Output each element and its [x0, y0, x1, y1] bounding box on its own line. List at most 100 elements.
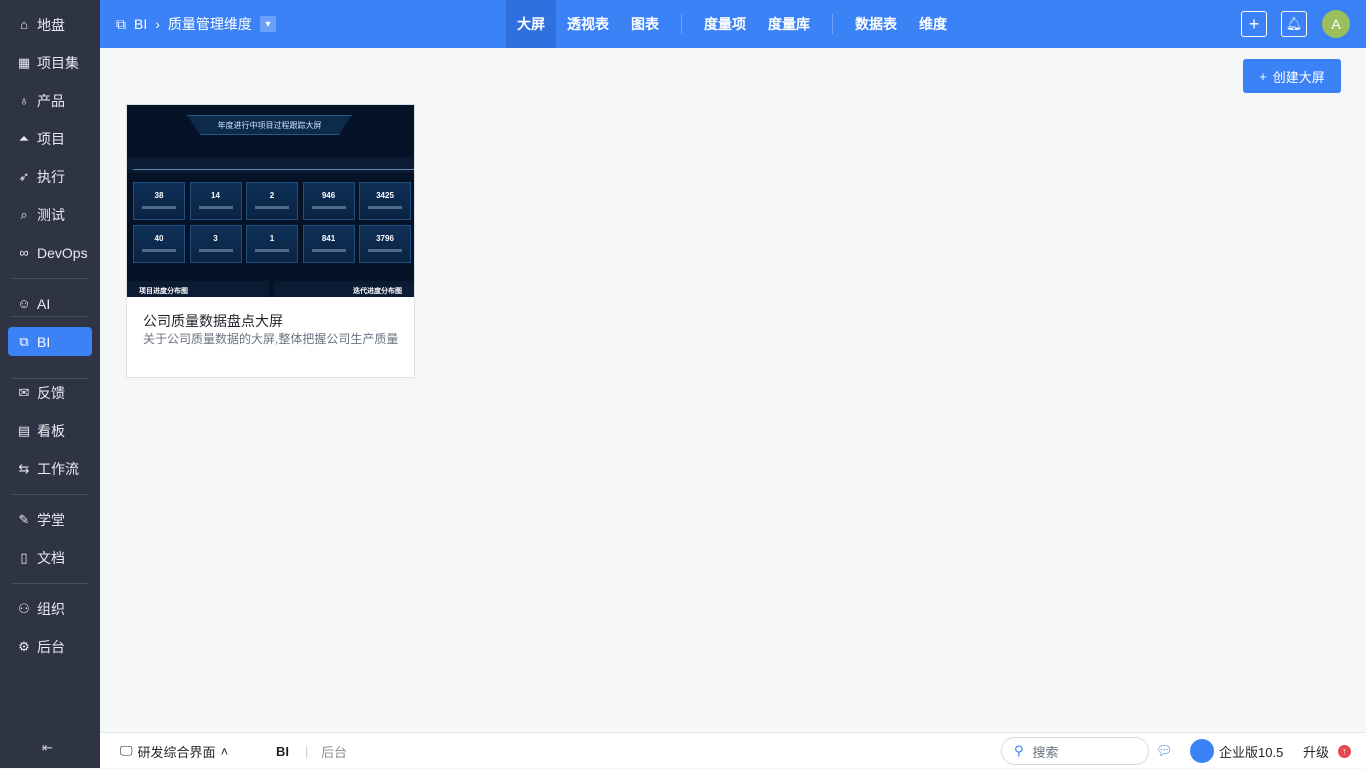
school-icon: ✎	[18, 511, 30, 527]
sidebar-divider	[12, 378, 88, 379]
thumbnail-stat: 40	[133, 225, 185, 263]
tab-divider	[832, 14, 833, 34]
monitor-icon: 🖵︎	[120, 743, 133, 758]
stat-value: 1	[269, 234, 275, 243]
ai-chat-icon[interactable]: 💬︎	[1156, 733, 1173, 769]
chart-icon: ⧉	[19, 333, 29, 349]
create-screen-label: 创建大屏	[1272, 69, 1325, 85]
sidebar-item-label: AI	[37, 295, 51, 312]
sidebar-item-home[interactable]: ⌂ 地盘	[8, 10, 92, 39]
tab-5[interactable]: 数据表	[844, 0, 908, 48]
thumbnail-stat: 14	[189, 182, 242, 220]
add-button[interactable]: +	[1241, 11, 1267, 37]
sidebar-item-kanban[interactable]: ▤ 看板	[8, 416, 92, 445]
tab-0[interactable]: 大屏	[506, 0, 556, 48]
divider: |	[305, 743, 309, 759]
bell-icon: 🔔︎	[1285, 16, 1303, 31]
sidebar-item-label: 看板	[37, 422, 65, 439]
sidebar-item-chart[interactable]: ⧉ BI	[8, 327, 92, 356]
stat-value: 3425	[376, 191, 394, 200]
tab-1[interactable]: 透视表	[556, 0, 620, 48]
logo-icon	[1190, 739, 1214, 763]
sidebar-item-school[interactable]: ✎ 学堂	[8, 505, 92, 534]
breadcrumb-dimension[interactable]: 质量管理维度	[168, 14, 252, 34]
upgrade-button[interactable]: 升级 ↑	[1303, 733, 1352, 769]
sidebar-item-gear[interactable]: ⚙ 后台	[8, 632, 92, 661]
app-switcher[interactable]: 🖵︎ 研发综合界面 ˄	[120, 733, 228, 769]
collapse-sidebar-icon[interactable]: ⇤	[42, 740, 53, 756]
thumbnail-section-right: 迭代进度分布图	[274, 281, 414, 297]
thumbnail-title: 年度进行中项目过程跟踪大屏	[187, 115, 352, 135]
screen-card[interactable]: 年度进行中项目过程跟踪大屏 38 14 2 946 3425 40 3 1 841 3796 项目…	[126, 104, 415, 378]
tab-6[interactable]: 维度	[908, 0, 958, 48]
thumbnail-stat: 3	[189, 225, 242, 263]
bulb-icon: ♁	[19, 93, 29, 108]
sidebar-item-label: BI	[37, 333, 51, 350]
chevron-right-icon: ›	[155, 16, 160, 32]
dimension-dropdown-button[interactable]: ▾	[259, 16, 276, 32]
create-screen-button[interactable]: + 创建大屏	[1243, 59, 1341, 93]
upgrade-label: 升级	[1303, 744, 1330, 760]
sidebar-item-users[interactable]: ⚇ 组织	[8, 594, 92, 623]
bottom-crumb-admin[interactable]: 后台	[321, 733, 347, 769]
tab-4[interactable]: 度量库	[757, 0, 821, 48]
feedback-icon: ✉	[18, 384, 30, 400]
sidebar-item-grid[interactable]: ▦ 项目集	[8, 48, 92, 77]
sidebar-item-run[interactable]: ➶ 执行	[8, 162, 92, 191]
edition-info[interactable]: 企业版10.5	[1190, 733, 1283, 769]
thumbnail-stat: 3796	[359, 225, 411, 263]
card-title[interactable]: 公司质量数据盘点大屏	[143, 311, 283, 331]
search-placeholder: 搜索	[1032, 744, 1059, 760]
thumbnail-stat: 2	[246, 182, 298, 220]
kanban-icon: ▤	[17, 422, 31, 438]
bottom-bar: 🖵︎ 研发综合界面 ˄ BI | 后台 ⚲ 搜索 💬︎ 企业版10.5 升级 ↑	[100, 732, 1366, 768]
sidebar-item-label: 文档	[37, 549, 65, 566]
plus-icon: +	[1248, 13, 1260, 34]
sidebar-item-workflow[interactable]: ⇆ 工作流	[8, 454, 92, 483]
gear-icon: ⚙	[18, 638, 30, 654]
stat-value: 2	[269, 191, 275, 200]
edition-label: 企业版10.5	[1219, 744, 1284, 760]
notifications-button[interactable]: 🔔︎	[1281, 11, 1307, 37]
tab-bar: 大屏 透视表 图表 度量项 度量库 数据表 维度	[506, 0, 958, 48]
rocket-icon: ⏶	[18, 130, 30, 146]
top-navbar: ⧉ BI › 质量管理维度 ▾ 大屏 透视表 图表 度量项 度量库 数据表 维度 + 🔔︎ …	[100, 0, 1366, 48]
sidebar-item-bulb[interactable]: ♁ 产品	[8, 86, 92, 115]
sidebar-item-label: 组织	[37, 600, 65, 617]
stat-value: 946	[321, 191, 336, 200]
plus-icon: +	[1259, 68, 1267, 84]
search-input[interactable]: ⚲ 搜索	[1001, 737, 1149, 765]
tab-2[interactable]: 图表	[620, 0, 670, 48]
tab-3[interactable]: 度量项	[693, 0, 757, 48]
sidebar-item-robot[interactable]: ☺ AI	[8, 289, 92, 318]
thumbnail-section-left: 项目进度分布图	[127, 281, 269, 297]
sidebar-divider	[12, 583, 88, 584]
users-icon: ⚇	[18, 600, 30, 616]
avatar[interactable]: A	[1322, 10, 1350, 38]
sidebar-item-feedback[interactable]: ✉ 反馈	[8, 378, 92, 407]
sidebar-item-test[interactable]: ⌕ 测试	[8, 200, 92, 229]
doc-icon: ▯	[20, 549, 28, 565]
bottom-crumb-bi[interactable]: BI	[276, 733, 289, 769]
sidebar-item-doc[interactable]: ▯ 文档	[8, 543, 92, 572]
breadcrumb: ⧉ BI › 质量管理维度 ▾	[116, 0, 276, 48]
thumbnail-stat: 38	[133, 182, 185, 220]
breadcrumb-module[interactable]: BI	[134, 16, 147, 32]
app-label: 研发综合界面	[137, 744, 216, 760]
sidebar-item-label: 测试	[37, 206, 65, 223]
run-icon: ➶	[18, 168, 30, 184]
thumbnail-stat: 946	[302, 182, 355, 220]
test-icon: ⌕	[20, 206, 28, 222]
chevron-down-icon: ▾	[265, 18, 271, 30]
stat-value: 841	[321, 234, 336, 243]
bi-icon: ⧉	[116, 15, 126, 32]
chevron-up-icon: ˄	[220, 743, 229, 759]
sidebar-item-rocket[interactable]: ⏶ 项目	[8, 124, 92, 153]
sidebar-item-infinity[interactable]: ∞ DevOps	[8, 238, 92, 267]
thumbnail-stat: 1	[246, 225, 298, 263]
sidebar: ⌂ 地盘 ▦ 项目集 ♁ 产品 ⏶ 项目 ➶ 执行 ⌕ 测试 ∞ DevOps ☺ AI ⧉ BI ✉ 反馈 ▤ 看板 ⇆ 工…	[0, 0, 100, 768]
screen-thumbnail[interactable]: 年度进行中项目过程跟踪大屏 38 14 2 946 3425 40 3 1 841 3796 项目…	[127, 105, 414, 297]
sidebar-divider	[12, 278, 88, 279]
thumbnail-stat: 841	[302, 225, 355, 263]
upgrade-arrow-icon: ↑	[1338, 744, 1352, 758]
